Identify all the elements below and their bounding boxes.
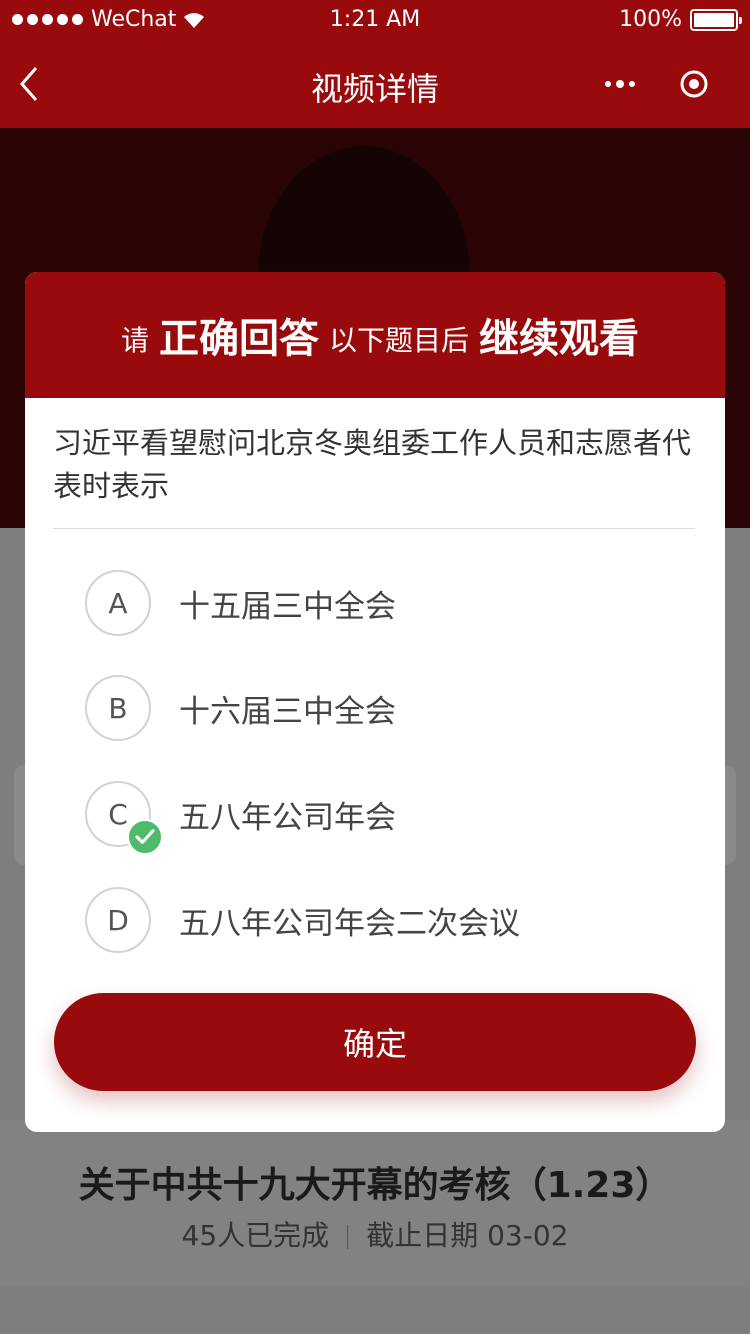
- option-a[interactable]: A 十五届三中全会: [85, 569, 645, 637]
- battery-percent: 100%: [619, 7, 682, 32]
- option-c[interactable]: C 五八年公司年会: [85, 780, 645, 855]
- option-label: 五八年公司年会二次会议: [179, 905, 520, 942]
- quiz-modal: 请 正确回答 以下题目后 继续观看 习近平看望慰问北京冬奥组委工作人员和志愿者代…: [25, 272, 725, 1132]
- option-label: 十六届三中全会: [179, 693, 396, 730]
- modal-header: 请 正确回答 以下题目后 继续观看: [25, 272, 725, 398]
- battery-fill: [694, 12, 734, 27]
- status-right: 100%: [619, 7, 742, 32]
- header-middle: 以下题目后: [329, 324, 470, 357]
- battery-icon: [690, 8, 742, 31]
- deadline: 截止日期 03-02: [366, 1219, 569, 1252]
- option-letter-circle[interactable]: B: [85, 675, 151, 741]
- confirm-button[interactable]: 确定: [54, 993, 696, 1091]
- option-d[interactable]: D 五八年公司年会二次会议: [85, 886, 645, 954]
- completed-count: 45人已完成: [181, 1219, 330, 1252]
- status-bar: WeChat 1:21 AM 100%: [0, 0, 750, 40]
- option-letter-circle[interactable]: A: [85, 570, 151, 636]
- more-dots-icon[interactable]: [600, 72, 640, 96]
- check-icon: [127, 819, 163, 855]
- exam-meta: 45人已完成 截止日期 03-02: [0, 1214, 750, 1254]
- divider: [53, 528, 695, 529]
- option-letter: D: [107, 903, 129, 937]
- exam-title: 关于中共十九大开幕的考核（1.23）: [78, 1165, 672, 1206]
- option-b[interactable]: B 十六届三中全会: [85, 674, 645, 742]
- target-icon[interactable]: [678, 68, 710, 100]
- meta-divider: [347, 1225, 349, 1249]
- option-letter: C: [108, 797, 128, 831]
- header-emphasis-continue: 继续观看: [479, 315, 640, 362]
- option-letter-circle[interactable]: D: [85, 887, 151, 953]
- header-emphasis-answer: 正确回答: [159, 315, 319, 362]
- nav-bar: 视频详情: [0, 40, 750, 128]
- header-prefix: 请: [120, 324, 149, 357]
- option-letter: B: [108, 691, 128, 725]
- option-label: 十五届三中全会: [179, 588, 396, 625]
- option-label: 五八年公司年会: [179, 799, 396, 836]
- option-letter-circle[interactable]: C: [85, 781, 163, 855]
- question-text: 习近平看望慰问北京冬奥组委工作人员和志愿者代表时表示: [53, 426, 692, 503]
- option-letter: A: [108, 586, 128, 620]
